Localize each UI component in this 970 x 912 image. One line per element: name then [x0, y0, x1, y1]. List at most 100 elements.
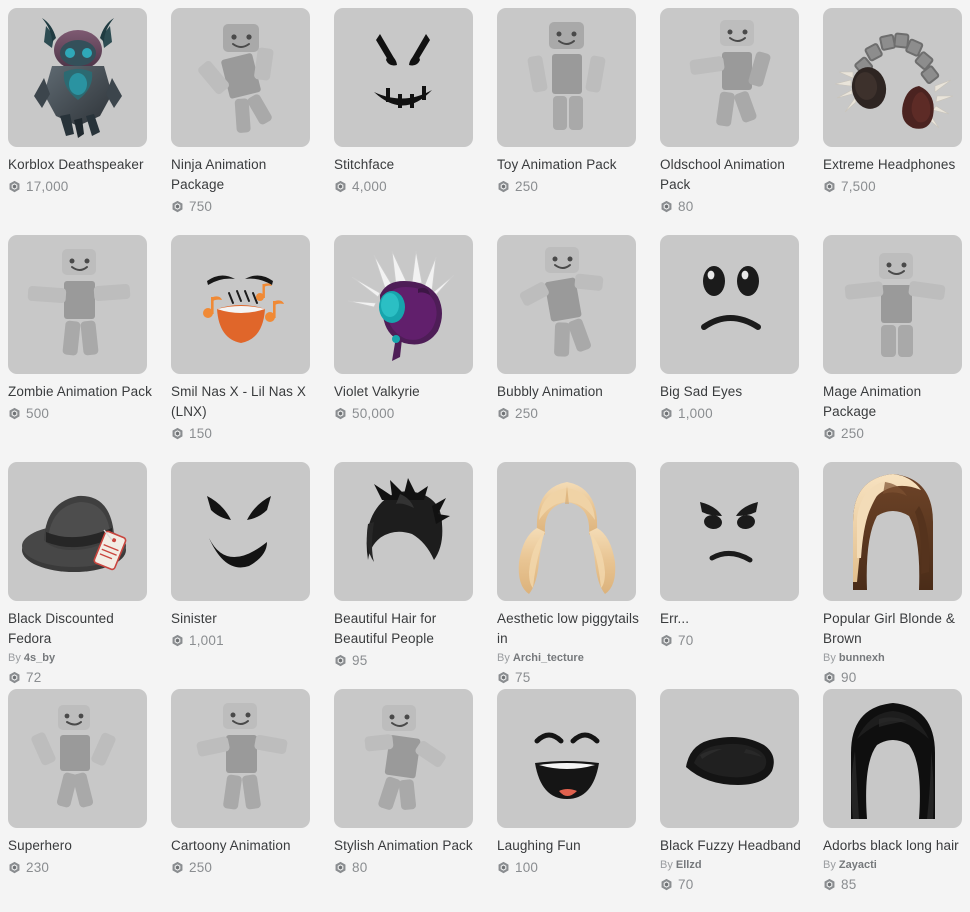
item-thumbnail-err-face[interactable] — [660, 462, 799, 601]
item-creator[interactable]: By Ellzd — [660, 857, 815, 873]
item-name[interactable]: Ninja Animation Package — [171, 155, 319, 195]
item-name[interactable]: Zombie Animation Pack — [8, 382, 156, 402]
catalog-item-card[interactable]: Laughing Fun 100 — [497, 689, 652, 912]
item-price-value: 85 — [841, 877, 857, 892]
catalog-item-card[interactable]: Adorbs black long hair By Zayacti 85 — [823, 689, 970, 912]
catalog-item-card[interactable]: Toy Animation Pack 250 — [497, 8, 652, 235]
item-name[interactable]: Err... — [660, 609, 808, 629]
catalog-item-card[interactable]: Mage Animation Package 250 — [823, 235, 970, 462]
item-name[interactable]: Oldschool Animation Pack — [660, 155, 808, 195]
item-name[interactable]: Mage Animation Package — [823, 382, 970, 422]
item-creator-prefix: By — [660, 859, 673, 871]
item-name[interactable]: Korblox Deathspeaker — [8, 155, 156, 175]
item-thumbnail-aesthetic-low-piggytails[interactable] — [497, 462, 636, 601]
item-price-row: 70 — [660, 875, 815, 894]
item-name[interactable]: Black Discounted Fedora — [8, 609, 156, 649]
item-name[interactable]: Extreme Headphones — [823, 155, 970, 175]
catalog-item-card[interactable]: Aesthetic low piggytails in By Archi_tect… — [497, 462, 652, 689]
item-name[interactable]: Stylish Animation Pack — [334, 836, 482, 856]
item-price-value: 72 — [26, 670, 42, 685]
item-name[interactable]: Superhero — [8, 836, 156, 856]
item-thumbnail-smil-nas-x[interactable] — [171, 235, 310, 374]
item-thumbnail-ninja-animation-package[interactable] — [171, 8, 310, 147]
catalog-item-card[interactable]: Sinister 1,001 — [171, 462, 326, 689]
item-thumbnail-sinister[interactable] — [171, 462, 310, 601]
catalog-item-card[interactable]: Extreme Headphones 7,500 — [823, 8, 970, 235]
item-thumbnail-popular-girl-hair[interactable] — [823, 462, 962, 601]
robux-icon-svg — [335, 654, 346, 667]
item-name[interactable]: Aesthetic low piggytails in — [497, 609, 645, 649]
item-price-row: 80 — [660, 197, 815, 216]
item-price-value: 250 — [515, 406, 539, 421]
item-creator-name[interactable]: Ellzd — [676, 859, 702, 871]
item-name[interactable]: Adorbs black long hair — [823, 836, 970, 856]
catalog-item-card[interactable]: Big Sad Eyes 1,000 — [660, 235, 815, 462]
item-name[interactable]: Violet Valkyrie — [334, 382, 482, 402]
catalog-item-card[interactable]: Black Fuzzy Headband By Ellzd 70 — [660, 689, 815, 912]
item-price-row: 250 — [497, 404, 652, 423]
item-creator[interactable]: By bunnexh — [823, 650, 970, 666]
catalog-item-card[interactable]: Superhero 230 — [8, 689, 163, 912]
catalog-item-card[interactable]: Oldschool Animation Pack 80 — [660, 8, 815, 235]
item-thumbnail-black-discounted-fedora[interactable] — [8, 462, 147, 601]
catalog-item-card[interactable]: Violet Valkyrie 50,000 — [334, 235, 489, 462]
catalog-item-card[interactable]: Stylish Animation Pack 80 — [334, 689, 489, 912]
item-name[interactable]: Sinister — [171, 609, 319, 629]
catalog-item-card[interactable]: Ninja Animation Package 750 — [171, 8, 326, 235]
item-name[interactable]: Black Fuzzy Headband — [660, 836, 808, 856]
item-thumbnail-toy-animation-pack[interactable] — [497, 8, 636, 147]
catalog-item-card[interactable]: Korblox Deathspeaker 17,000 — [8, 8, 163, 235]
item-thumbnail-black-fuzzy-headband[interactable] — [660, 689, 799, 828]
item-name[interactable]: Toy Animation Pack — [497, 155, 645, 175]
item-thumbnail-cartoony-animation[interactable] — [171, 689, 310, 828]
item-name[interactable]: Laughing Fun — [497, 836, 645, 856]
item-name[interactable]: Beautiful Hair for Beautiful People — [334, 609, 482, 649]
item-thumbnail-stitchface[interactable] — [334, 8, 473, 147]
item-creator-name[interactable]: Archi_tecture — [513, 652, 584, 664]
item-thumbnail-extreme-headphones[interactable] — [823, 8, 962, 147]
item-price-value: 75 — [515, 670, 531, 685]
catalog-item-card[interactable]: Err... 70 — [660, 462, 815, 689]
item-thumbnail-beautiful-hair[interactable] — [334, 462, 473, 601]
item-name[interactable]: Stitchface — [334, 155, 482, 175]
item-creator[interactable]: By Zayacti — [823, 857, 970, 873]
robux-icon-svg — [335, 861, 346, 874]
item-price-row: 750 — [171, 197, 326, 216]
item-thumbnail-violet-valkyrie[interactable] — [334, 235, 473, 374]
item-creator-name[interactable]: Zayacti — [839, 859, 877, 871]
item-thumbnail-stylish-animation-pack[interactable] — [334, 689, 473, 828]
item-creator-name[interactable]: bunnexh — [839, 652, 885, 664]
item-thumbnail-oldschool-animation-pack[interactable] — [660, 8, 799, 147]
item-thumbnail-laughing-fun[interactable] — [497, 689, 636, 828]
item-name[interactable]: Cartoony Animation — [171, 836, 319, 856]
item-price-value: 70 — [678, 633, 694, 648]
item-thumbnail-adorbs-black-long-hair[interactable] — [823, 689, 962, 828]
item-price-row: 17,000 — [8, 177, 163, 196]
catalog-item-card[interactable]: Black Discounted Fedora By 4s_by 72 — [8, 462, 163, 689]
catalog-item-card[interactable]: Cartoony Animation 250 — [171, 689, 326, 912]
catalog-item-card[interactable]: Smil Nas X - Lil Nas X (LNX) 150 — [171, 235, 326, 462]
item-thumbnail-big-sad-eyes[interactable] — [660, 235, 799, 374]
item-thumbnail-korblox-deathspeaker[interactable] — [8, 8, 147, 147]
item-thumbnail-mage-animation-package[interactable] — [823, 235, 962, 374]
item-creator[interactable]: By Archi_tecture — [497, 650, 652, 666]
item-name[interactable]: Smil Nas X - Lil Nas X (LNX) — [171, 382, 319, 422]
catalog-item-card[interactable]: Beautiful Hair for Beautiful People 95 — [334, 462, 489, 689]
item-price-row: 50,000 — [334, 404, 489, 423]
item-creator[interactable]: By 4s_by — [8, 650, 163, 666]
robux-icon-svg — [498, 861, 509, 874]
robux-icon-svg — [824, 180, 835, 193]
item-thumbnail-zombie-animation-pack[interactable] — [8, 235, 147, 374]
item-thumbnail-bubbly-animation[interactable] — [497, 235, 636, 374]
catalog-item-card[interactable]: Bubbly Animation 250 — [497, 235, 652, 462]
robux-icon — [497, 861, 510, 874]
item-name[interactable]: Popular Girl Blonde & Brown — [823, 609, 970, 649]
catalog-item-card[interactable]: Stitchface 4,000 — [334, 8, 489, 235]
item-name[interactable]: Bubbly Animation — [497, 382, 645, 402]
item-thumbnail-superhero-animation[interactable] — [8, 689, 147, 828]
item-price-value: 1,001 — [189, 633, 224, 648]
item-creator-name[interactable]: 4s_by — [24, 652, 55, 664]
catalog-item-card[interactable]: Zombie Animation Pack 500 — [8, 235, 163, 462]
item-name[interactable]: Big Sad Eyes — [660, 382, 808, 402]
catalog-item-card[interactable]: Popular Girl Blonde & Brown By bunnexh 90 — [823, 462, 970, 689]
